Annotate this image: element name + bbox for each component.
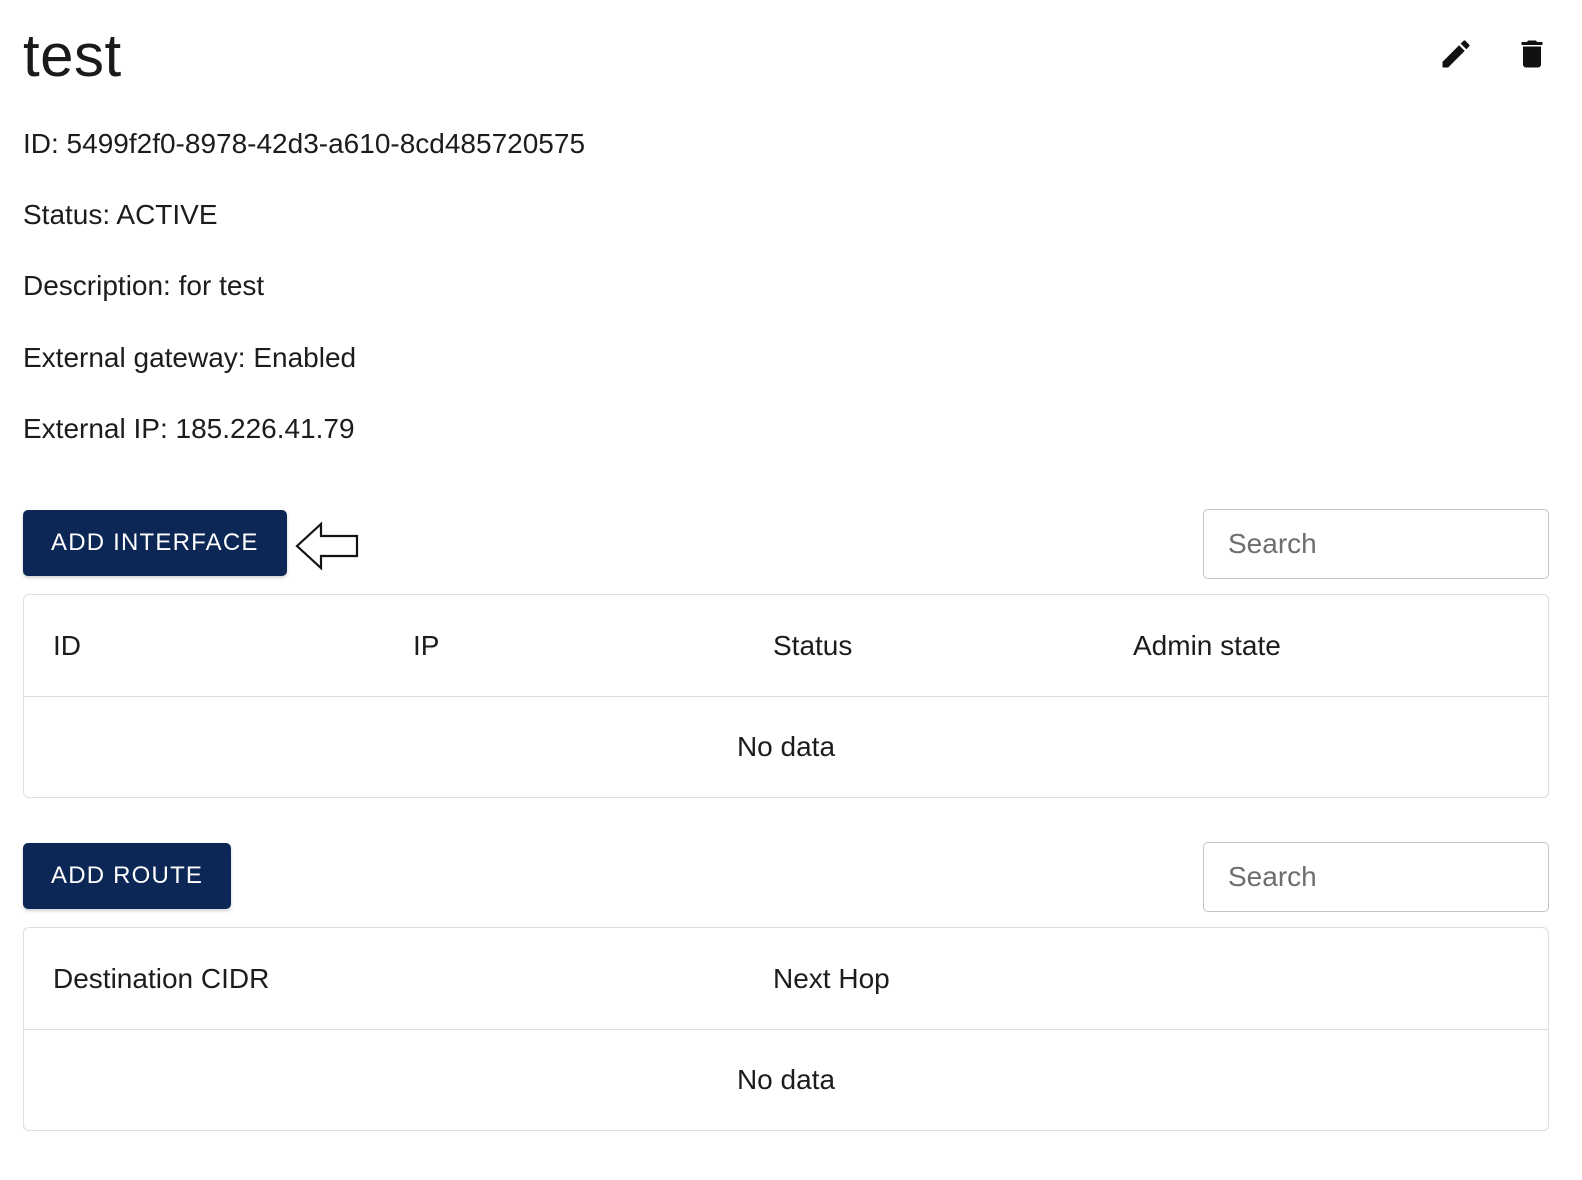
router-status: Status: ACTIVE <box>23 199 218 230</box>
router-id: ID: 5499f2f0-8978-42d3-a610-8cd485720575 <box>23 128 586 159</box>
router-description: Description: for test <box>23 270 265 301</box>
router-external-gateway: External gateway: Enabled <box>23 342 357 373</box>
router-external-ip: External IP: 185.226.41.79 <box>23 413 355 444</box>
pencil-icon <box>1442 40 1470 68</box>
left-arrow-icon <box>295 521 359 571</box>
interfaces-empty-message: No data <box>736 731 836 762</box>
routes-table-header: Destination CIDR Next Hop <box>24 928 1548 1030</box>
interfaces-table-header: ID IP Status Admin state <box>24 595 1548 697</box>
routes-search-input[interactable] <box>1203 842 1549 912</box>
column-header-status[interactable]: Status <box>744 630 1104 662</box>
routes-empty-message: No data <box>736 1064 836 1095</box>
interfaces-search-input[interactable] <box>1203 509 1549 579</box>
routes-table: Destination CIDR Next Hop No data <box>23 927 1549 1131</box>
delete-button[interactable] <box>1512 34 1552 74</box>
column-header-destination-cidr[interactable]: Destination CIDR <box>24 963 744 995</box>
edit-button[interactable] <box>1436 34 1476 74</box>
column-header-admin-state[interactable]: Admin state <box>1104 630 1504 662</box>
column-header-id[interactable]: ID <box>24 630 384 662</box>
interfaces-table: ID IP Status Admin state No data <box>23 594 1549 798</box>
column-header-ip[interactable]: IP <box>384 630 744 662</box>
add-route-button[interactable]: ADD ROUTE <box>23 843 232 909</box>
title-actions <box>1436 34 1552 74</box>
page-title: test <box>23 22 122 89</box>
trash-icon <box>1521 40 1543 68</box>
add-interface-button[interactable]: ADD INTERFACE <box>23 510 287 576</box>
column-header-next-hop[interactable]: Next Hop <box>744 963 1464 995</box>
